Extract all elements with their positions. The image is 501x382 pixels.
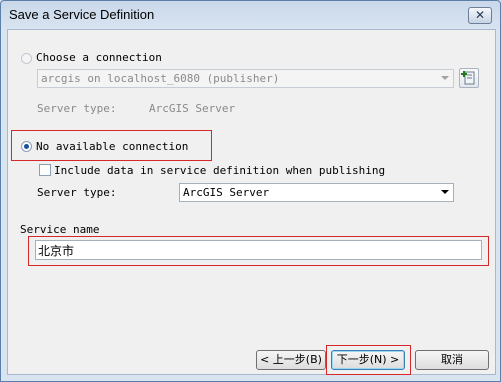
server-type-label: Server type: — [37, 186, 117, 199]
include-data-checkbox[interactable] — [39, 164, 51, 176]
server-type-value-disabled: ArcGIS Server — [149, 102, 236, 115]
back-button[interactable]: < 上一步(B) — [256, 350, 326, 370]
highlight-box-next-button — [326, 345, 411, 375]
server-type-label-disabled: Server type: — [37, 102, 117, 115]
connection-dropdown-value: arcgis on localhost_6080 (publisher) — [41, 72, 280, 85]
dialog-body: Choose a connection arcgis on localhost_… — [7, 29, 496, 375]
choose-connection-radio[interactable] — [21, 53, 32, 64]
title-bar[interactable]: Save a Service Definition ✕ — [2, 2, 499, 27]
close-icon: ✕ — [474, 8, 486, 22]
connection-dropdown[interactable]: arcgis on localhost_6080 (publisher) — [37, 69, 454, 88]
highlight-box-no-connection — [11, 130, 212, 161]
highlight-box-service-name — [28, 236, 489, 266]
dialog-title: Save a Service Definition — [9, 7, 155, 22]
chevron-down-icon — [441, 76, 449, 80]
server-type-dropdown[interactable]: ArcGIS Server — [179, 183, 454, 202]
dialog-window: Save a Service Definition ✕ Choose a con… — [0, 0, 501, 382]
service-name-label: Service name — [20, 223, 100, 236]
add-server-icon — [461, 71, 475, 85]
close-button[interactable]: ✕ — [468, 7, 492, 24]
chevron-down-icon — [441, 190, 449, 194]
cancel-button[interactable]: 取消 — [415, 350, 489, 370]
server-type-value: ArcGIS Server — [183, 186, 270, 199]
choose-connection-label: Choose a connection — [36, 51, 162, 64]
add-connection-button[interactable] — [459, 68, 479, 88]
include-data-label: Include data in service definition when … — [54, 164, 386, 177]
